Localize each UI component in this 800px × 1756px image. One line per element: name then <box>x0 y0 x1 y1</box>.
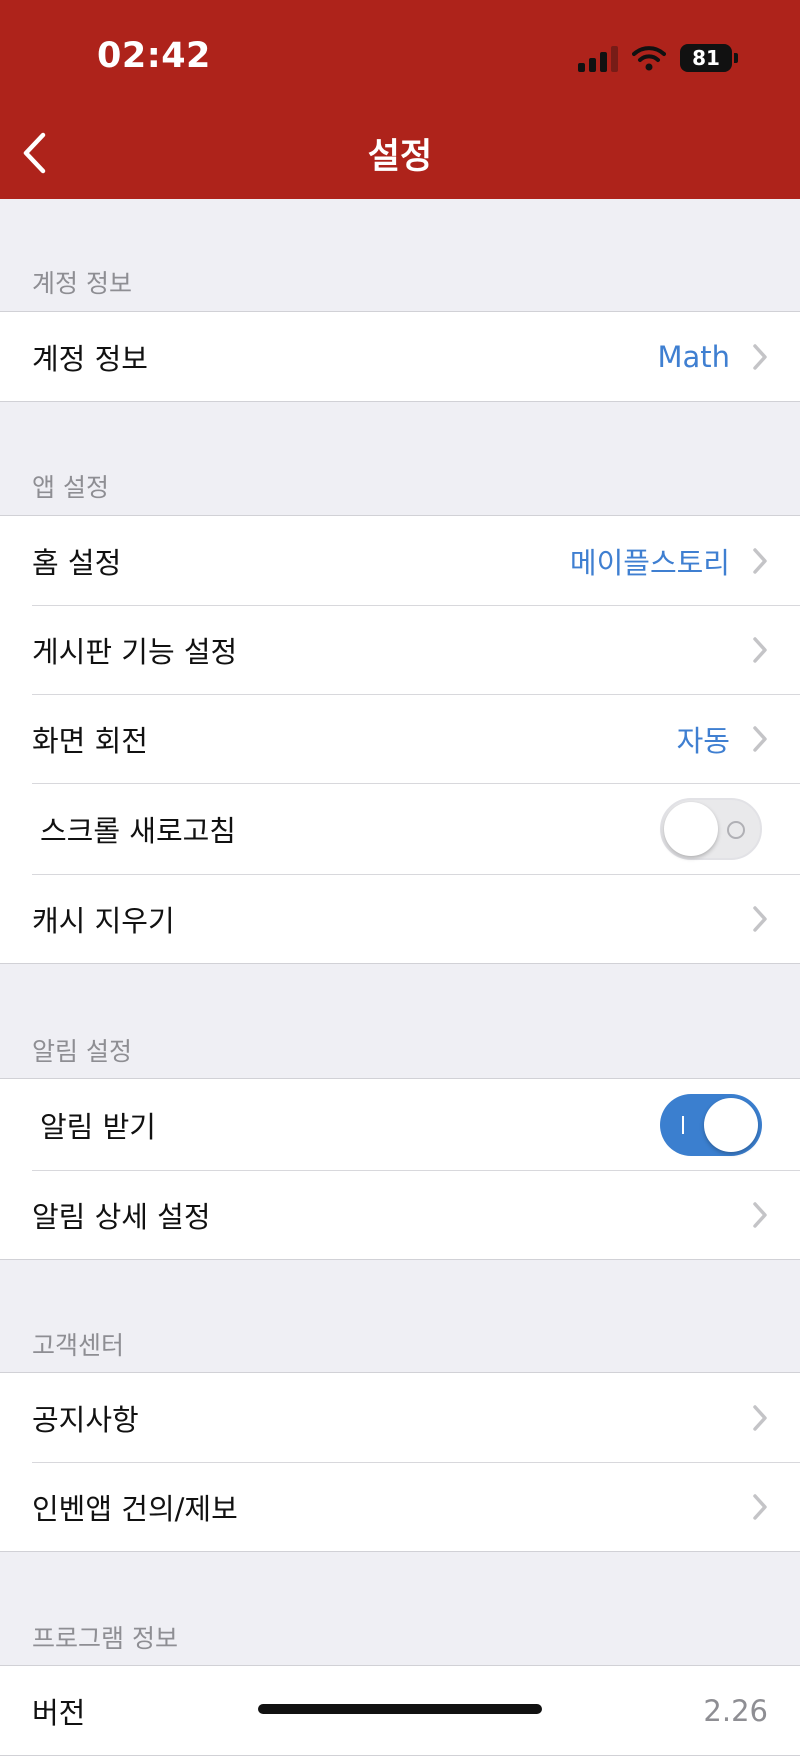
board-setting-row[interactable]: 게시판 기능 설정 <box>0 605 800 694</box>
chevron-right-icon <box>753 1494 767 1520</box>
notification-detail-row[interactable]: 알림 상세 설정 <box>0 1170 800 1259</box>
page-title: 설정 <box>367 137 433 177</box>
notification-detail-label: 알림 상세 설정 <box>32 1199 211 1234</box>
rotation-setting-row[interactable]: 화면 회전 자동 <box>0 694 800 783</box>
scroll-refresh-row: 스크롤 새로고침 <box>0 783 800 874</box>
toggle-knob <box>664 802 718 856</box>
rotation-setting-value: 자동 <box>676 723 730 758</box>
chevron-right-icon <box>753 906 767 932</box>
home-indicator <box>258 1704 542 1714</box>
home-setting-row[interactable]: 홈 설정 메이플스토리 <box>0 516 800 605</box>
chevron-right-icon <box>753 637 767 663</box>
account-row[interactable]: 계정 정보 Math <box>0 312 800 401</box>
scroll-refresh-label: 스크롤 새로고침 <box>40 813 236 848</box>
receive-notifications-label: 알림 받기 <box>40 1109 156 1144</box>
account-label: 계정 정보 <box>32 341 148 376</box>
chevron-right-icon <box>753 1405 767 1431</box>
chevron-right-icon <box>753 1202 767 1228</box>
version-label: 버전 <box>32 1695 86 1730</box>
status-icons: 81 <box>578 40 738 76</box>
receive-notifications-toggle[interactable] <box>660 1094 762 1156</box>
feedback-label: 인벤앱 건의/제보 <box>32 1491 238 1526</box>
home-setting-label: 홈 설정 <box>32 545 122 580</box>
account-value: Math <box>657 339 730 374</box>
wifi-icon <box>632 46 666 71</box>
chevron-right-icon <box>753 726 767 752</box>
scroll-refresh-toggle[interactable] <box>660 798 762 860</box>
section-header-support: 고객센터 <box>32 1331 125 1360</box>
battery-icon: 81 <box>680 44 738 72</box>
section-header-app: 앱 설정 <box>32 473 109 502</box>
feedback-row[interactable]: 인벤앱 건의/제보 <box>0 1462 800 1551</box>
toggle-knob <box>704 1098 758 1152</box>
toggle-on-icon <box>682 1116 684 1134</box>
chevron-right-icon <box>753 344 767 370</box>
receive-notifications-row: 알림 받기 <box>0 1079 800 1170</box>
board-setting-label: 게시판 기능 설정 <box>32 634 238 669</box>
app-settings-group: 홈 설정 메이플스토리 게시판 기능 설정 화면 회전 자동 스크롤 새로고침 … <box>0 515 800 964</box>
support-group: 공지사항 인벤앱 건의/제보 <box>0 1372 800 1552</box>
chevron-right-icon <box>753 548 767 574</box>
section-header-notifications: 알림 설정 <box>32 1037 132 1066</box>
section-header-account: 계정 정보 <box>32 269 132 298</box>
notice-label: 공지사항 <box>32 1402 139 1437</box>
clear-cache-row[interactable]: 캐시 지우기 <box>0 874 800 963</box>
app-header: 02:42 81 설정 <box>0 0 800 199</box>
version-value: 2.26 <box>703 1693 768 1728</box>
notification-group: 알림 받기 알림 상세 설정 <box>0 1078 800 1260</box>
battery-level: 81 <box>692 46 720 70</box>
status-time: 02:42 <box>97 36 211 76</box>
rotation-setting-label: 화면 회전 <box>32 723 148 758</box>
account-group: 계정 정보 Math <box>0 311 800 402</box>
notice-row[interactable]: 공지사항 <box>0 1373 800 1462</box>
section-header-program: 프로그램 정보 <box>32 1624 178 1653</box>
home-setting-value: 메이플스토리 <box>569 545 730 580</box>
cellular-signal-icon <box>578 44 618 72</box>
toggle-off-icon <box>727 821 745 839</box>
clear-cache-label: 캐시 지우기 <box>32 903 175 938</box>
